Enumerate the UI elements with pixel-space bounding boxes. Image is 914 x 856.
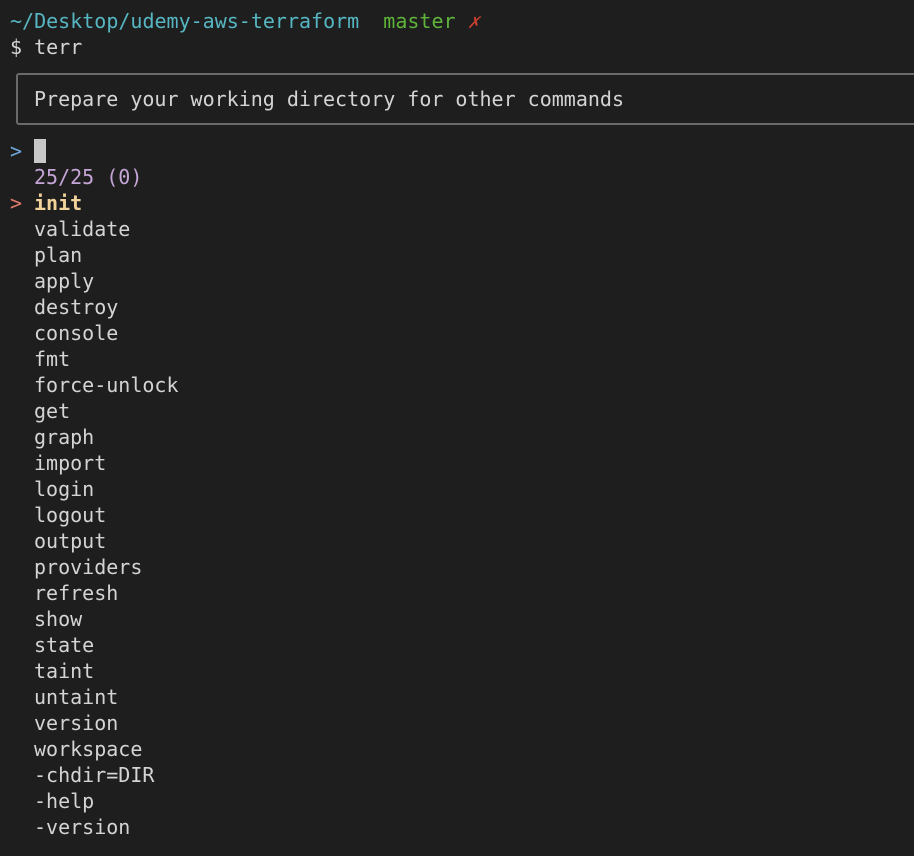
list-item-label: login xyxy=(34,477,95,501)
list-item-label: version xyxy=(34,711,119,735)
list-item[interactable]: graph xyxy=(34,424,179,450)
list-item[interactable]: workspace xyxy=(34,736,179,762)
list-item-label: init xyxy=(34,191,83,215)
list-item-label: show xyxy=(34,607,83,631)
typed-command: terr xyxy=(34,35,83,59)
list-item[interactable]: taint xyxy=(34,658,179,684)
list-item-label: graph xyxy=(34,425,95,449)
list-item[interactable]: -version xyxy=(34,814,179,840)
list-item[interactable]: console xyxy=(34,320,179,346)
git-branch: master xyxy=(383,9,456,33)
list-item-label: get xyxy=(34,399,71,423)
list-item-label: -help xyxy=(34,789,95,813)
command-line[interactable]: $ terr xyxy=(10,34,82,60)
list-item[interactable]: get xyxy=(34,398,179,424)
list-item-label: apply xyxy=(34,269,95,293)
list-item-label: import xyxy=(34,451,107,475)
list-item-label: -version xyxy=(34,815,131,839)
command-list: > init validate plan apply destroy console fmt f… xyxy=(10,190,179,840)
list-item[interactable]: show xyxy=(34,606,179,632)
match-counter: 25/25 (0) xyxy=(34,165,143,189)
list-item-label: logout xyxy=(34,503,107,527)
list-item[interactable]: plan xyxy=(34,242,179,268)
list-item[interactable]: providers xyxy=(34,554,179,580)
list-item-label: output xyxy=(34,529,107,553)
list-item-label: force-unlock xyxy=(34,373,179,397)
list-item-label: providers xyxy=(34,555,143,579)
list-item[interactable]: -help xyxy=(34,788,179,814)
list-item[interactable]: state xyxy=(34,632,179,658)
preview-text: Prepare your working directory for other… xyxy=(34,87,625,111)
list-item[interactable]: force-unlock xyxy=(34,372,179,398)
list-item-label: plan xyxy=(34,243,83,267)
list-item[interactable]: untaint xyxy=(34,684,179,710)
query-prompt-icon: > xyxy=(10,139,23,163)
list-item-label: fmt xyxy=(34,347,71,371)
list-item[interactable]: import xyxy=(34,450,179,476)
prompt-header: ~/Desktop/udemy-aws-terraform master ✗ xyxy=(10,8,480,34)
query-line[interactable]: > xyxy=(10,138,47,164)
list-item[interactable]: validate xyxy=(34,216,179,242)
list-item-label: console xyxy=(34,321,119,345)
list-item-label: refresh xyxy=(34,581,119,605)
selection-marker-icon: > xyxy=(10,191,23,215)
list-item[interactable]: logout xyxy=(34,502,179,528)
list-item-label: untaint xyxy=(34,685,119,709)
list-item-label: destroy xyxy=(34,295,119,319)
shell-prompt-symbol: $ xyxy=(10,35,23,59)
list-item[interactable]: output xyxy=(34,528,179,554)
git-dirty-icon: ✗ xyxy=(467,9,480,33)
list-item-label: workspace xyxy=(34,737,143,761)
list-item-label: taint xyxy=(34,659,95,683)
text-cursor xyxy=(34,139,47,163)
list-item[interactable]: refresh xyxy=(34,580,179,606)
list-item[interactable]: -chdir=DIR xyxy=(34,762,179,788)
list-item[interactable]: destroy xyxy=(34,294,179,320)
list-item[interactable]: login xyxy=(34,476,179,502)
list-item[interactable]: fmt xyxy=(34,346,179,372)
preview-panel: Prepare your working directory for other… xyxy=(16,73,914,125)
list-item-label: state xyxy=(34,633,95,657)
cwd-path: ~/Desktop/udemy-aws-terraform xyxy=(10,9,360,33)
list-item-label: -chdir=DIR xyxy=(34,763,155,787)
list-item[interactable]: apply xyxy=(34,268,179,294)
list-item[interactable]: version xyxy=(34,710,179,736)
list-item-selected[interactable]: > init xyxy=(10,190,179,216)
list-item-label: validate xyxy=(34,217,131,241)
